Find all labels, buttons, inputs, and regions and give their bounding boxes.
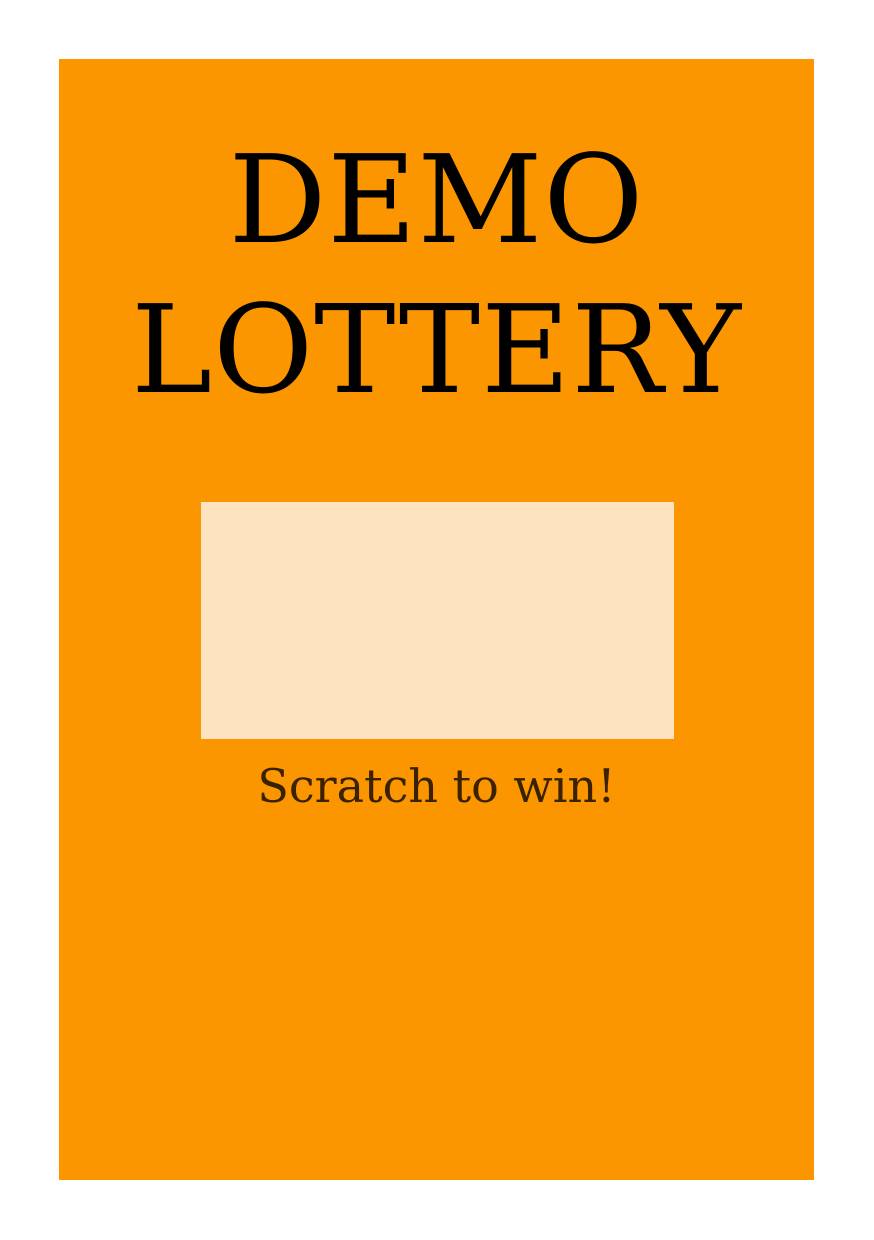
ticket-title-line-1: DEMO	[228, 129, 645, 271]
scratch-caption: Scratch to win!	[257, 759, 616, 813]
lottery-ticket: DEMO LOTTERY Scratch to win!	[59, 59, 814, 1180]
scratch-area[interactable]	[201, 502, 674, 739]
ticket-title: DEMO LOTTERY	[59, 125, 814, 425]
ticket-title-line-2: LOTTERY	[131, 279, 742, 421]
